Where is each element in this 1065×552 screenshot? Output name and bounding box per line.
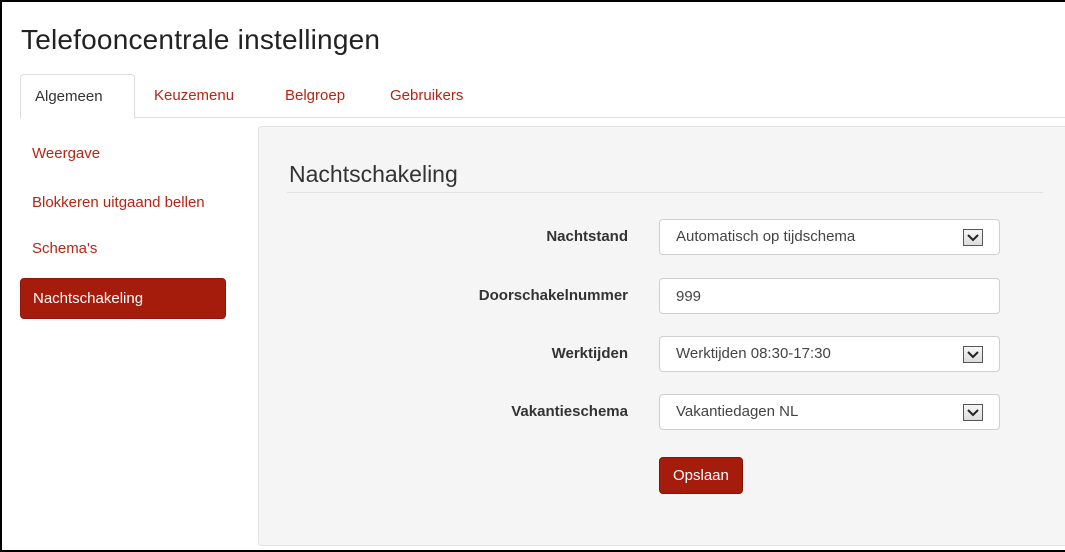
- form-row-vakantieschema: Vakantieschema Vakantiedagen NL: [259, 394, 1065, 430]
- nachtstand-label: Nachtstand: [546, 228, 628, 245]
- sidebar-item-weergave[interactable]: Weergave: [20, 134, 226, 173]
- app-window: Telefooncentrale instellingen Algemeen K…: [0, 0, 1065, 552]
- tab-gebruikers[interactable]: Gebruikers: [376, 74, 477, 118]
- werktijden-selected-value: Werktijden 08:30-17:30: [676, 345, 831, 362]
- save-button[interactable]: Opslaan: [659, 457, 743, 494]
- form-row-werktijden: Werktijden Werktijden 08:30-17:30: [259, 336, 1065, 372]
- vakantieschema-selected-value: Vakantiedagen NL: [676, 403, 799, 420]
- tab-keuzemenu[interactable]: Keuzemenu: [140, 74, 248, 118]
- tab-algemeen[interactable]: Algemeen: [20, 74, 135, 119]
- nachtstand-selected-value: Automatisch op tijdschema: [676, 228, 856, 245]
- section-title: Nachtschakeling: [289, 161, 458, 187]
- werktijden-label: Werktijden: [551, 345, 628, 362]
- sidebar: Weergave Blokkeren uitgaand bellen Schem…: [20, 134, 226, 319]
- nachtstand-select[interactable]: Automatisch op tijdschema: [659, 219, 1000, 255]
- tab-bar: Algemeen Keuzemenu Belgroep Gebruikers: [20, 74, 1065, 119]
- doorschakelnummer-label: Doorschakelnummer: [478, 287, 628, 304]
- chevron-down-icon[interactable]: [963, 229, 983, 246]
- chevron-down-icon[interactable]: [963, 404, 983, 421]
- section-divider: [287, 192, 1043, 193]
- form-row-doorschakelnummer: Doorschakelnummer: [259, 278, 1065, 314]
- page-title: Telefooncentrale instellingen: [21, 24, 381, 55]
- sidebar-item-nachtschakeling[interactable]: Nachtschakeling: [20, 278, 226, 319]
- doorschakelnummer-input[interactable]: [659, 278, 1000, 314]
- form-row-nachtstand: Nachtstand Automatisch op tijdschema: [259, 219, 1065, 255]
- tab-belgroep[interactable]: Belgroep: [271, 74, 359, 118]
- vakantieschema-select[interactable]: Vakantiedagen NL: [659, 394, 1000, 430]
- settings-panel: Nachtschakeling Nachtstand Automatisch o…: [258, 126, 1065, 546]
- sidebar-item-blokkeren-uitgaand-bellen[interactable]: Blokkeren uitgaand bellen: [20, 183, 226, 222]
- werktijden-select[interactable]: Werktijden 08:30-17:30: [659, 336, 1000, 372]
- chevron-down-icon[interactable]: [963, 346, 983, 363]
- vakantieschema-label: Vakantieschema: [511, 403, 628, 420]
- sidebar-item-schemas[interactable]: Schema's: [20, 229, 226, 268]
